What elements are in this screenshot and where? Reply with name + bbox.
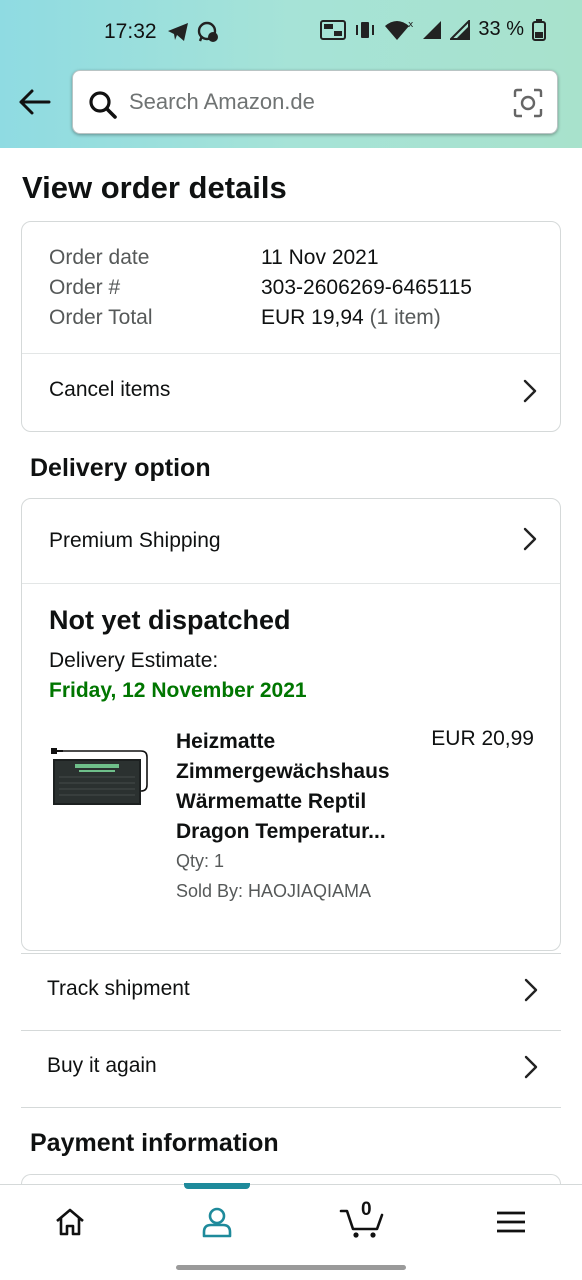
order-total-amount: EUR 19,94 — [261, 306, 364, 329]
chevron-right-icon — [523, 379, 537, 403]
cart-count-badge: 0 — [361, 1199, 372, 1220]
back-arrow-icon — [19, 89, 51, 115]
wifi-icon: x — [385, 20, 414, 40]
nav-cart[interactable]: 0 — [317, 1185, 407, 1259]
product-price: EUR 20,99 — [431, 727, 534, 750]
order-date-label: Order date — [49, 246, 150, 269]
nav-home[interactable] — [25, 1185, 115, 1259]
product-seller: Sold By: HAOJIAQIAMA — [176, 881, 372, 901]
product-quantity: Qty: 1 — [176, 851, 225, 871]
status-bar: 17:32 x 33 % — [0, 0, 582, 66]
nav-account[interactable] — [172, 1185, 262, 1259]
telegram-icon — [168, 23, 188, 41]
nav-menu[interactable] — [466, 1185, 556, 1259]
chevron-right-icon — [524, 978, 538, 1002]
search-bar[interactable] — [72, 70, 558, 134]
bottom-navigation: 0 — [0, 1183, 582, 1259]
order-item-count: (1 item) — [369, 306, 441, 329]
product-image[interactable] — [49, 739, 153, 809]
buy-it-again-row[interactable]: Buy it again — [21, 1030, 561, 1106]
divider — [22, 583, 560, 584]
app-header: 17:32 x 33 % Search Amazon.de — [0, 0, 582, 148]
gesture-bar[interactable] — [176, 1265, 406, 1270]
payment-information-heading: Payment information — [30, 1129, 279, 1157]
cancel-items-row[interactable]: Cancel items — [22, 354, 560, 432]
volte-icon — [320, 19, 347, 40]
premium-shipping-row[interactable]: Premium Shipping — [22, 499, 560, 583]
delivery-card: Premium Shipping Not yet dispatched Deli… — [21, 498, 561, 951]
menu-icon — [497, 1211, 525, 1233]
delivery-option-heading: Delivery option — [30, 454, 211, 482]
camera-icon[interactable] — [513, 88, 543, 118]
delivery-estimate-date: Friday, 12 November 2021 — [49, 679, 307, 702]
search-icon — [89, 91, 117, 119]
svg-text:x: x — [408, 20, 414, 30]
signal-icon — [423, 20, 442, 39]
delivery-estimate-label: Delivery Estimate: — [49, 649, 219, 672]
track-shipment-label: Track shipment — [47, 977, 190, 1000]
order-number-value: 303-2606269-6465115 — [261, 276, 472, 299]
search-input[interactable] — [129, 85, 489, 119]
page-title: View order details — [22, 170, 287, 205]
divider — [21, 1107, 561, 1108]
track-shipment-row[interactable]: Track shipment — [21, 953, 561, 1029]
order-total-label: Order Total — [49, 306, 153, 329]
signal-icon — [450, 19, 471, 40]
shipping-method-label: Premium Shipping — [49, 529, 221, 552]
cancel-items-label: Cancel items — [49, 378, 171, 401]
back-button[interactable] — [14, 84, 54, 120]
chevron-right-icon — [524, 1055, 538, 1079]
dispatch-status: Not yet dispatched — [49, 605, 291, 635]
account-icon — [202, 1207, 232, 1238]
vibrate-icon — [356, 21, 375, 38]
product-title-link[interactable]: Heizmatte Zimmergewächshaus Wärmematte R… — [176, 727, 416, 847]
order-date-value: 11 Nov 2021 — [261, 246, 379, 269]
status-time: 17:32 — [104, 20, 157, 43]
order-number-label: Order # — [49, 276, 121, 299]
battery-icon — [532, 18, 546, 41]
home-icon — [56, 1208, 84, 1236]
chevron-right-icon — [523, 527, 537, 551]
buy-it-again-label: Buy it again — [47, 1054, 157, 1077]
battery-percent: 33 % — [478, 18, 524, 40]
order-total-value: EUR 19,94 (1 item) — [261, 306, 441, 330]
order-summary-card: Order date 11 Nov 2021 Order # 303-26062… — [21, 221, 561, 432]
whatsapp-icon — [197, 21, 218, 42]
